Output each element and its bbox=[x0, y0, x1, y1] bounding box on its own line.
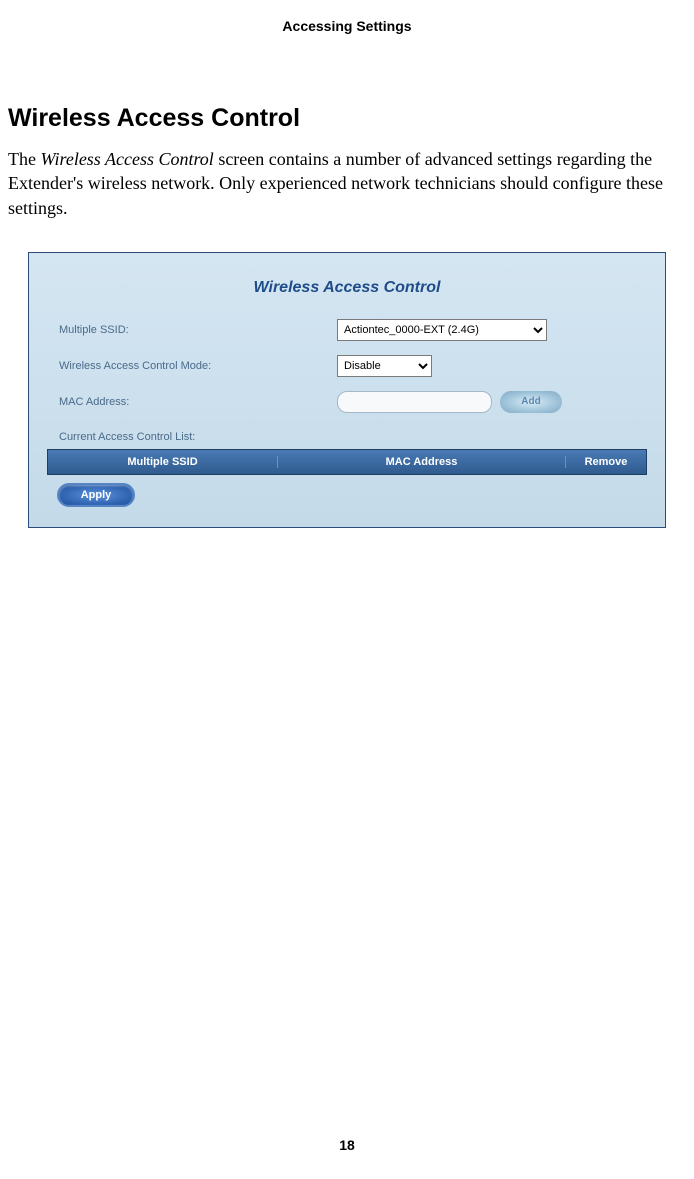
apply-button[interactable]: Apply bbox=[57, 483, 135, 507]
add-button[interactable]: Add bbox=[500, 391, 562, 413]
paragraph-prefix: The bbox=[8, 149, 40, 169]
select-access-mode[interactable]: Disable bbox=[337, 355, 432, 377]
th-mac: MAC Address bbox=[278, 456, 566, 468]
row-mac-address: MAC Address: Add bbox=[47, 391, 647, 413]
page-number: 18 bbox=[0, 1137, 694, 1153]
section-heading: Wireless Access Control bbox=[0, 104, 694, 133]
panel-title: Wireless Access Control bbox=[47, 267, 647, 319]
list-label: Current Access Control List: bbox=[47, 431, 647, 443]
row-multiple-ssid: Multiple SSID: Actiontec_0000-EXT (2.4G) bbox=[47, 319, 647, 341]
row-access-mode: Wireless Access Control Mode: Disable bbox=[47, 355, 647, 377]
label-access-mode: Wireless Access Control Mode: bbox=[47, 360, 337, 372]
section-paragraph: The Wireless Access Control screen conta… bbox=[0, 147, 694, 220]
paragraph-italic: Wireless Access Control bbox=[40, 149, 213, 169]
th-ssid: Multiple SSID bbox=[48, 456, 278, 468]
settings-panel: Wireless Access Control Multiple SSID: A… bbox=[28, 252, 666, 528]
label-multiple-ssid: Multiple SSID: bbox=[47, 324, 337, 336]
select-multiple-ssid[interactable]: Actiontec_0000-EXT (2.4G) bbox=[337, 319, 547, 341]
label-mac-address: MAC Address: bbox=[47, 396, 337, 408]
chapter-title: Accessing Settings bbox=[0, 0, 694, 104]
input-mac-address[interactable] bbox=[337, 391, 492, 413]
table-header: Multiple SSID MAC Address Remove bbox=[47, 449, 647, 475]
th-remove: Remove bbox=[566, 456, 646, 468]
